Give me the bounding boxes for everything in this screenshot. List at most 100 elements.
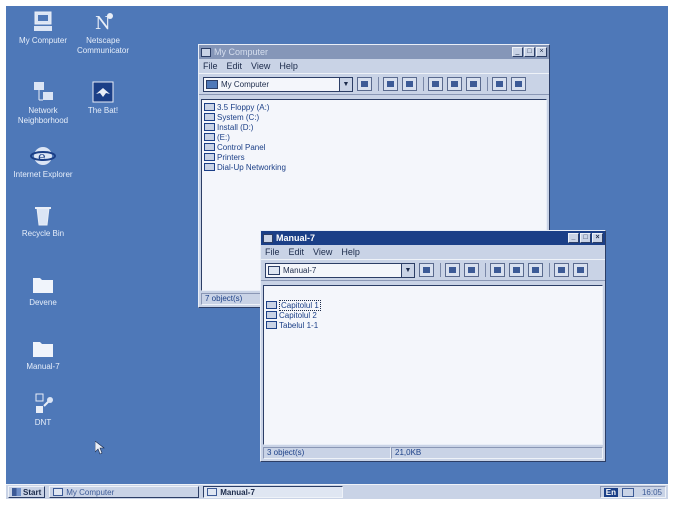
- ie-icon: e: [30, 144, 56, 168]
- chevron-down-icon[interactable]: ▼: [339, 77, 352, 91]
- task-manual-7[interactable]: Manual-7: [203, 486, 344, 498]
- title-bar[interactable]: Manual-7 _ □ ×: [261, 231, 605, 245]
- folder-icon: [30, 336, 56, 360]
- close-button[interactable]: ×: [536, 47, 547, 57]
- menu-help[interactable]: Help: [341, 247, 360, 257]
- cut-button[interactable]: [428, 77, 443, 91]
- status-count: 7 object(s): [201, 293, 261, 305]
- toolbar-separator: [423, 77, 424, 91]
- status-bar: 3 object(s) 21,0KB: [263, 447, 603, 459]
- desktop-icon-manual-7[interactable]: Manual-7: [8, 336, 78, 372]
- desktop-icon-recycle-bin[interactable]: Recycle Bin: [8, 203, 78, 239]
- start-label: Start: [23, 487, 42, 497]
- more-button[interactable]: [573, 263, 588, 277]
- menu-help[interactable]: Help: [279, 61, 298, 71]
- desktop-icon-netscape[interactable]: N Netscape Communicator: [68, 10, 138, 56]
- control-panel-icon: [204, 143, 215, 151]
- disconnect-button[interactable]: [464, 263, 479, 277]
- file-list: Capitolul 1 Capitolul 2 Tabelul 1-1: [263, 285, 603, 445]
- cut-button[interactable]: [490, 263, 505, 277]
- paste-button[interactable]: [528, 263, 543, 277]
- folder-icon: [30, 272, 56, 296]
- copy-button[interactable]: [509, 263, 524, 277]
- list-item[interactable]: Printers: [204, 152, 544, 162]
- undo-button[interactable]: [492, 77, 507, 91]
- list-item[interactable]: (E:): [204, 132, 544, 142]
- menu-edit[interactable]: Edit: [227, 61, 243, 71]
- copy-button[interactable]: [447, 77, 462, 91]
- list-item[interactable]: Control Panel: [204, 142, 544, 152]
- menu-view[interactable]: View: [251, 61, 270, 71]
- folder-icon: [266, 311, 277, 319]
- language-indicator[interactable]: En: [603, 487, 618, 497]
- maximize-button[interactable]: □: [580, 233, 591, 243]
- minimize-button[interactable]: _: [568, 233, 579, 243]
- system-tray: En 16:05: [599, 486, 666, 498]
- recycle-bin-icon: [30, 203, 56, 227]
- status-count: 3 object(s): [263, 447, 391, 459]
- windows-logo-icon: [12, 488, 21, 496]
- toolbar: My Computer ▼: [199, 73, 549, 95]
- list-item[interactable]: Dial-Up Networking: [204, 162, 544, 172]
- volume-icon[interactable]: [621, 487, 634, 497]
- menu-edit[interactable]: Edit: [289, 247, 305, 257]
- title-bar[interactable]: My Computer _ □ ×: [199, 45, 549, 59]
- shortcut-icon: [30, 392, 56, 416]
- computer-icon: [206, 79, 218, 89]
- desktop-icon-label: DNT: [34, 418, 52, 427]
- window-title: My Computer: [214, 47, 269, 57]
- dialup-icon: [204, 163, 215, 171]
- menu-file[interactable]: File: [265, 247, 280, 257]
- map-drive-button[interactable]: [445, 263, 460, 277]
- toolbar-separator: [487, 77, 488, 91]
- desktop-icon-dnt[interactable]: DNT: [8, 392, 78, 428]
- desktop-icon-label: Netscape Communicator: [76, 36, 129, 55]
- toolbar-separator: [549, 263, 550, 277]
- cd-drive-icon: [204, 133, 215, 141]
- minimize-button[interactable]: _: [512, 47, 523, 57]
- desktop-icon-internet-explorer[interactable]: e Internet Explorer: [8, 144, 78, 180]
- desktop-icon-devene[interactable]: Devene: [8, 272, 78, 308]
- maximize-button[interactable]: □: [524, 47, 535, 57]
- map-drive-button[interactable]: [383, 77, 398, 91]
- list-item[interactable]: Tabelul 1-1: [266, 320, 600, 330]
- network-icon: [30, 80, 56, 104]
- list-item[interactable]: System (C:): [204, 112, 544, 122]
- folder-icon: [263, 233, 273, 243]
- list-item[interactable]: 3.5 Floppy (A:): [204, 102, 544, 112]
- svg-text:e: e: [38, 150, 46, 165]
- up-folder-button[interactable]: [419, 263, 434, 277]
- paste-button[interactable]: [466, 77, 481, 91]
- address-combo[interactable]: Manual-7 ▼: [265, 262, 415, 278]
- bat-icon: [90, 80, 116, 104]
- menu-file[interactable]: File: [203, 61, 218, 71]
- chevron-down-icon[interactable]: ▼: [401, 263, 414, 277]
- task-my-computer[interactable]: My Computer: [49, 486, 200, 498]
- menu-view[interactable]: View: [313, 247, 332, 257]
- desktop-icon-label: Internet Explorer: [13, 170, 73, 179]
- more-button[interactable]: [511, 77, 526, 91]
- up-folder-button[interactable]: [357, 77, 372, 91]
- list-item[interactable]: Install (D:): [204, 122, 544, 132]
- close-button[interactable]: ×: [592, 233, 603, 243]
- folder-icon: [268, 265, 280, 275]
- floppy-icon: [204, 103, 215, 111]
- list-item[interactable]: Capitolul 2: [266, 310, 600, 320]
- netscape-icon: N: [90, 10, 116, 34]
- list-item[interactable]: Capitolul 1: [266, 299, 600, 311]
- disconnect-button[interactable]: [402, 77, 417, 91]
- desktop: My Computer N Netscape Communicator Netw…: [6, 6, 668, 499]
- mouse-cursor-icon: [95, 441, 105, 455]
- desktop-icon-the-bat[interactable]: The Bat!: [68, 80, 138, 116]
- status-size: 21,0KB: [391, 447, 603, 459]
- desktop-icon-label: The Bat!: [87, 106, 119, 115]
- computer-icon: [53, 488, 64, 496]
- desktop-icon-label: Devene: [29, 298, 57, 307]
- address-combo[interactable]: My Computer ▼: [203, 76, 353, 92]
- address-value: Manual-7: [283, 265, 317, 275]
- start-button[interactable]: Start: [8, 486, 46, 498]
- monitor-icon: [30, 10, 56, 34]
- desktop-icon-label: Manual-7: [26, 362, 60, 371]
- undo-button[interactable]: [554, 263, 569, 277]
- hard-drive-icon: [204, 113, 215, 121]
